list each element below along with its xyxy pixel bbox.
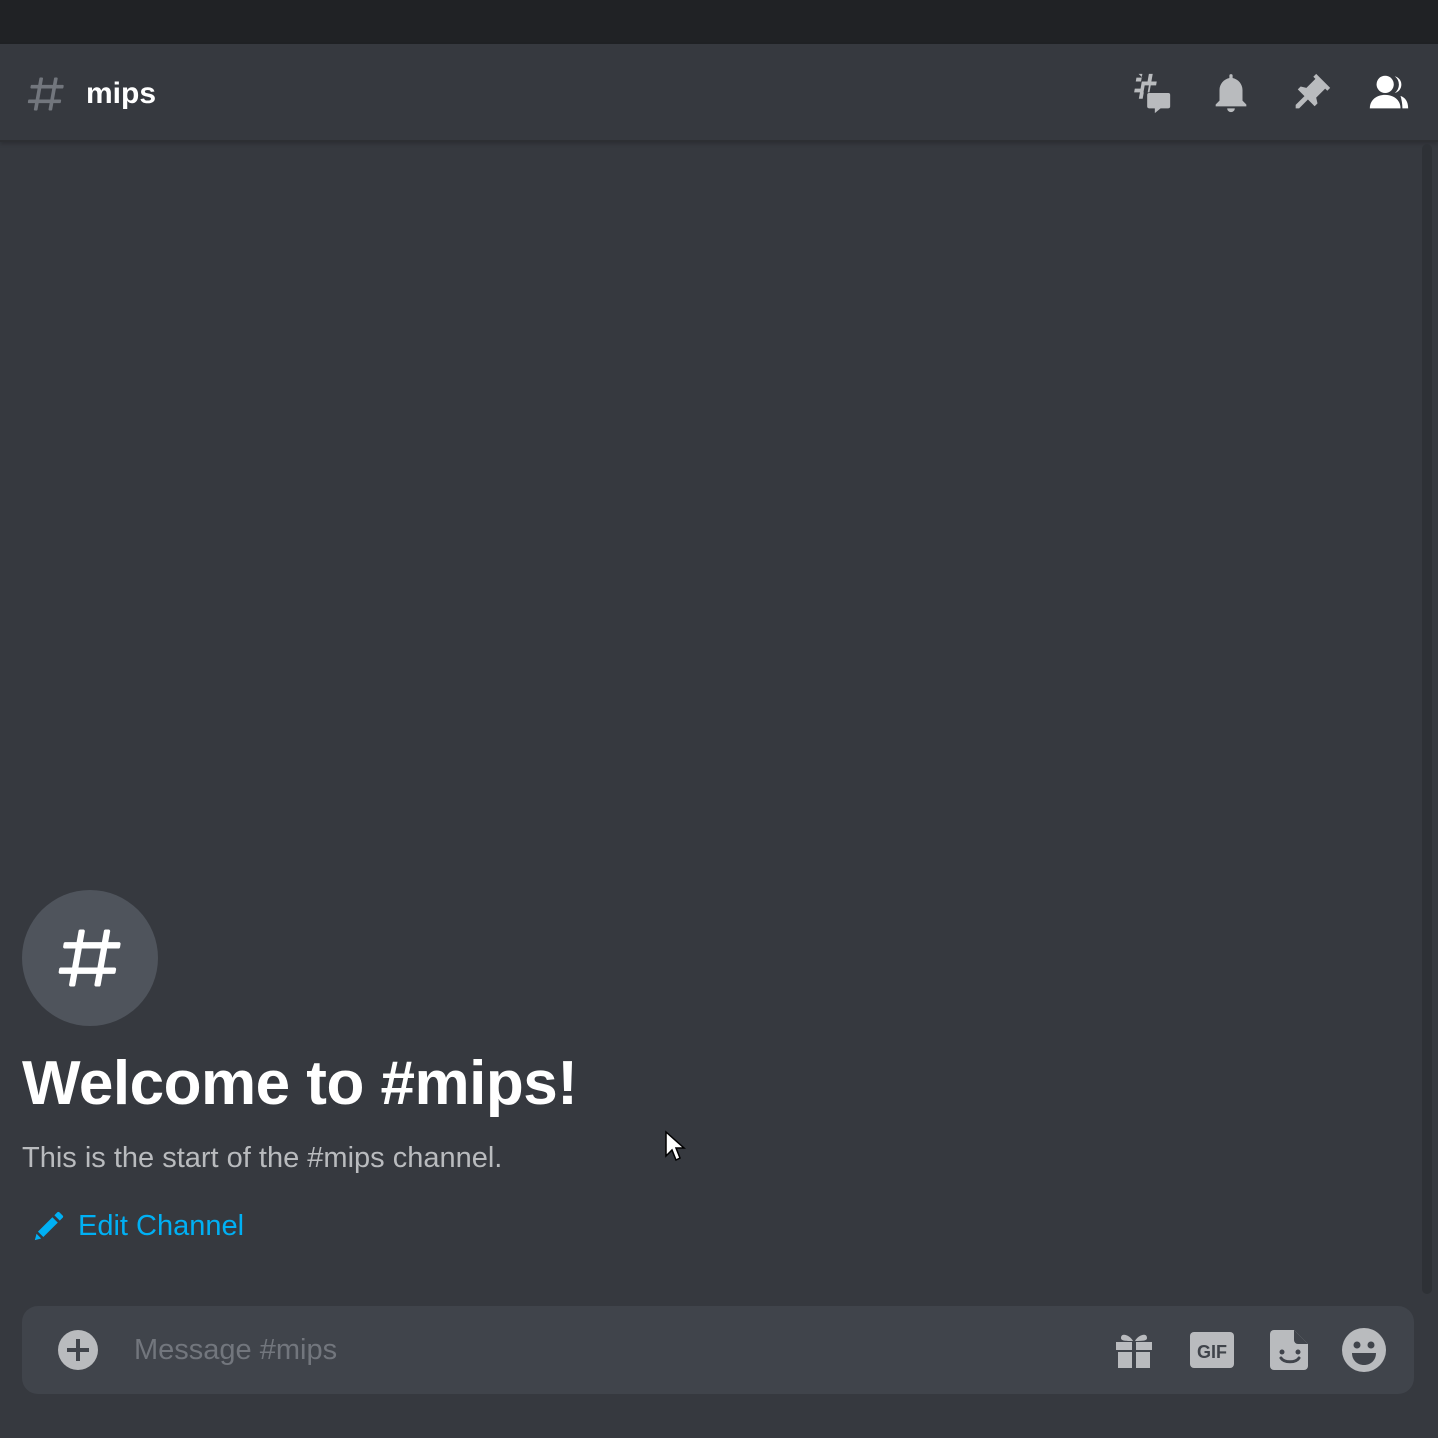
message-input[interactable] <box>134 1326 1094 1374</box>
edit-channel-link[interactable]: Edit Channel <box>32 1204 244 1248</box>
message-scrollbar[interactable] <box>1422 144 1432 1294</box>
member-list-icon[interactable] <box>1366 70 1412 116</box>
sticker-icon[interactable] <box>1266 1326 1314 1374</box>
welcome-title: Welcome to #mips! <box>22 1049 578 1118</box>
svg-text:GIF: GIF <box>1197 1342 1227 1362</box>
channel-name: mips <box>86 77 157 110</box>
channel-hash-icon <box>24 72 68 116</box>
pin-icon[interactable] <box>1288 70 1334 116</box>
add-attachment-button[interactable] <box>56 1328 100 1372</box>
channel-welcome-avatar <box>22 890 158 1026</box>
emoji-icon[interactable] <box>1340 1326 1388 1374</box>
mouse-cursor-icon <box>664 1130 686 1164</box>
discord-window: mips Welcome to #mips! This is the start… <box>0 0 1438 1438</box>
edit-channel-label: Edit Channel <box>78 1210 245 1242</box>
channel-hash-large-icon <box>58 929 121 987</box>
gif-icon: GIF <box>1190 1332 1234 1368</box>
add-attachment-icon <box>58 1330 98 1370</box>
gift-icon[interactable] <box>1110 1326 1158 1374</box>
welcome-subtitle: This is the start of the #mips channel. <box>22 1142 503 1174</box>
gif-picker-button[interactable]: GIF <box>1188 1326 1236 1374</box>
title-bar <box>0 0 1438 44</box>
threads-icon[interactable] <box>1128 70 1174 116</box>
channel-header: mips <box>0 44 1438 142</box>
pencil-icon <box>34 1211 64 1241</box>
message-composer: GIF <box>22 1306 1414 1394</box>
notification-bell-icon[interactable] <box>1208 70 1254 116</box>
